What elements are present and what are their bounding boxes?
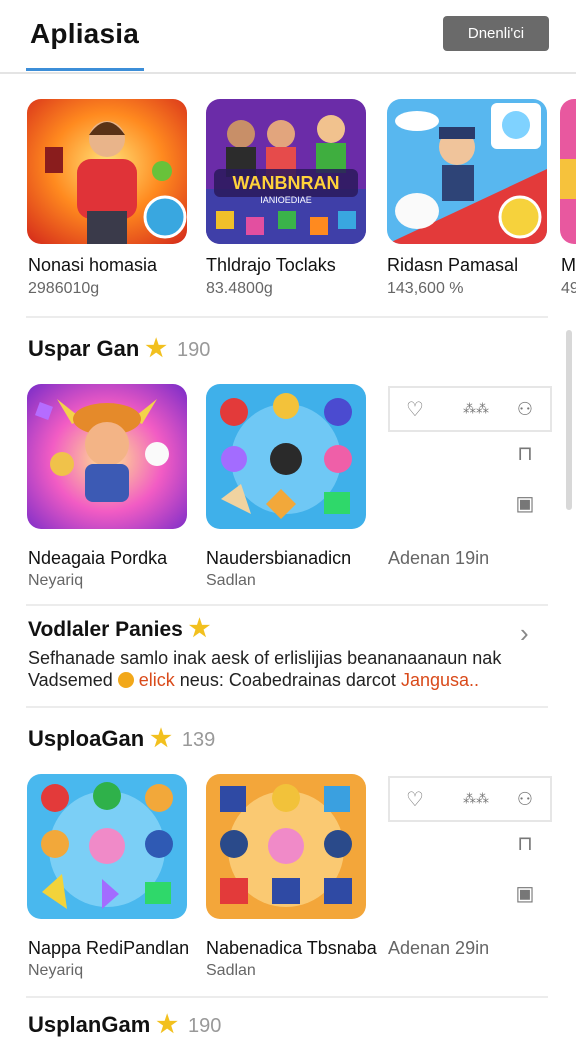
top-card-2-sub: 83.4800g [206,280,273,297]
section-2-title: UsploaGan ★ 139 [28,724,215,753]
chevron-right-icon[interactable]: › [520,618,529,649]
rating-icon: ⁂⁂ [463,791,489,806]
heart-icon[interactable]: ♡ [400,394,430,424]
section-1-card-1-title: Ndeagaia Pordka [28,548,168,568]
game-art-7 [27,774,187,919]
promo-title[interactable]: Vodlaler Panies ★ [28,614,210,643]
section-2-tile-1[interactable] [27,774,187,919]
divider [26,996,548,998]
art-subline-text: IANIOEDIAE [260,195,312,205]
lock-icon[interactable]: ⊓ [512,830,538,856]
game-tile-3[interactable] [387,99,547,244]
lock-icon[interactable]: ⊓ [512,440,538,466]
promo-line-2-start: Vadsemed [28,670,113,690]
promo-link-more[interactable]: Jangusa.. [401,670,479,690]
section-1-tile-1[interactable] [27,384,187,529]
app-title: Apliasia [30,18,139,49]
top-card-1-sub: 2986010g [28,280,100,297]
section-3-title-text: UsplanGam [28,1012,151,1037]
top-card-4-sub: 49 [561,280,576,297]
section-1-title-text: Uspar Gan [28,336,140,361]
section-2-card-2-title: Nabenadica Tbsnaba [206,938,377,958]
section-1-title: Uspar Gan ★ 190 [28,334,210,363]
section-3-title: UsplanGam ★ 190 [28,1010,221,1039]
section-1-tile-2[interactable] [206,384,366,529]
section-2-title-text: UsploaGan [28,726,145,751]
section-2-count: 139 [181,729,216,751]
game-tile-1[interactable] [27,99,187,244]
coin-icon [117,672,134,688]
section-2-card-2-sub: Sadlan [206,962,256,979]
game-art-5 [27,384,187,529]
promo-title-text: Vodlaler Panies [28,618,183,641]
header-action-button[interactable]: Dnenli'ci [443,16,549,51]
promo-link-click[interactable]: elick [139,670,175,690]
scrollbar[interactable] [566,330,572,510]
game-art-4 [560,99,576,244]
section-2-action-bar: ♡ ⁂⁂ ⚇ [388,776,552,822]
top-card-2-title: Thldrajo Toclaks [206,255,336,275]
promo-line-2-mid: neus: Coabedrainas darcot [179,670,396,690]
top-card-1-title: Nonasi homasia [28,255,158,275]
section-2-card-1-title: Nappa RediPandlan [28,938,190,958]
divider [26,316,548,318]
top-card-4-title: M [561,255,576,275]
section-1-count: 190 [177,339,211,361]
section-1-card-1-sub: Neyariq [28,572,84,589]
game-art-8 [206,774,366,919]
game-tile-4[interactable] [560,99,576,244]
art-headline-text: WANBNRAN [233,173,340,193]
square-icon[interactable]: ▣ [512,490,538,516]
user-icon[interactable]: ⚇ [510,784,540,814]
section-1-card-2-sub: Sadlan [206,572,256,589]
game-art-6 [206,384,366,529]
game-art-3 [387,99,547,244]
active-tab-indicator [26,68,144,71]
section-1-action-bar: ♡ ⁂⁂ ⚇ [388,386,552,432]
section-2-card-1-sub: Neyariq [28,962,84,979]
game-tile-2[interactable]: WANBNRAN IANIOEDIAE [206,99,366,244]
square-icon[interactable]: ▣ [512,880,538,906]
divider [26,604,548,606]
top-card-3-title: Ridasn Pamasal [387,255,519,275]
section-3-count: 190 [188,1015,222,1037]
rating-icon: ⁂⁂ [463,401,489,416]
app-header: Apliasia Dnenli'ci [0,0,576,74]
divider [26,706,548,708]
game-art-1 [27,99,187,244]
star-icon: ★ [150,725,172,752]
heart-icon[interactable]: ♡ [400,784,430,814]
promo-line-1: Sefhanade samlo inak aesk of erlislijias… [28,648,502,668]
game-art-2: WANBNRAN IANIOEDIAE [206,99,366,244]
star-icon: ★ [156,1011,178,1038]
star-icon: ★ [145,335,167,362]
section-1-card-2-title: Naudersbianadicn [206,548,352,568]
top-card-3-sub: 143,600 % [387,280,464,297]
section-2-side-label: Adenan 29in [388,938,490,958]
user-icon[interactable]: ⚇ [510,394,540,424]
star-icon: ★ [188,615,211,642]
section-1-side-label: Adenan 19in [388,548,490,568]
promo-line-2: Vadsemed elick neus: Coabedrainas darcot… [28,670,479,691]
section-2-tile-2[interactable] [206,774,366,919]
